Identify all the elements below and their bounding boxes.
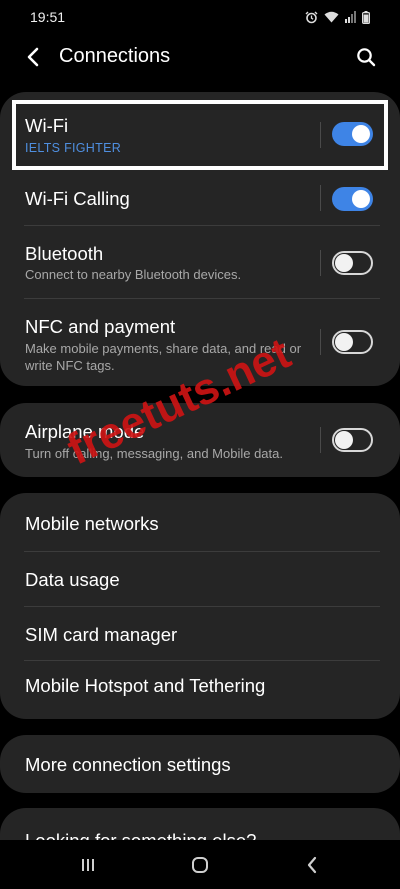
mobile-networks-item[interactable]: Mobile networks: [0, 493, 400, 551]
divider-vertical: [320, 250, 321, 276]
navigation-bar: [0, 840, 400, 889]
home-icon: [192, 857, 208, 873]
divider-vertical: [320, 329, 321, 355]
status-bar: 19:51: [0, 0, 400, 34]
connections-card: Wi-Fi IELTS FIGHTER Wi-Fi Calling Blueto…: [0, 92, 400, 386]
app-bar: Connections: [0, 34, 400, 80]
mobile-networks-title: Mobile networks: [25, 513, 159, 534]
more-connection-settings-item[interactable]: More connection settings: [0, 735, 400, 793]
wifi-toggle[interactable]: [332, 122, 373, 146]
wifi-network-name: IELTS FIGHTER: [25, 141, 122, 155]
more-connection-settings-title: More connection settings: [25, 754, 231, 775]
bluetooth-title: Bluetooth: [25, 243, 104, 264]
nfc-toggle[interactable]: [332, 330, 373, 354]
status-time: 19:51: [30, 9, 66, 25]
nav-back-button[interactable]: [299, 852, 325, 878]
networks-card: Mobile networks Data usage SIM card mana…: [0, 493, 400, 719]
wifi-icon: [324, 11, 339, 23]
home-button[interactable]: [187, 852, 213, 878]
back-icon: [307, 856, 317, 874]
wifi-row[interactable]: Wi-Fi IELTS FIGHTER: [0, 92, 400, 175]
sim-card-manager-item[interactable]: SIM card manager: [0, 607, 400, 660]
data-usage-title: Data usage: [25, 569, 120, 590]
divider-vertical: [320, 185, 321, 211]
back-button[interactable]: [20, 44, 46, 70]
hotspot-tethering-item[interactable]: Mobile Hotspot and Tethering: [0, 661, 400, 719]
wifi-title: Wi-Fi: [25, 115, 69, 136]
alarm-icon: [305, 11, 318, 24]
recent-apps-icon: [82, 859, 94, 871]
bluetooth-subtitle: Connect to nearby Bluetooth devices.: [25, 267, 242, 282]
data-usage-item[interactable]: Data usage: [0, 552, 400, 607]
recent-apps-button[interactable]: [75, 852, 101, 878]
page-title: Connections: [59, 45, 171, 67]
divider-vertical: [320, 427, 321, 453]
hotspot-tethering-title: Mobile Hotspot and Tethering: [25, 675, 266, 696]
nfc-subtitle: Make mobile payments, share data, and re…: [25, 341, 302, 373]
more-settings-card: More connection settings: [0, 735, 400, 793]
bluetooth-toggle[interactable]: [332, 251, 373, 275]
chevron-left-icon: [27, 47, 39, 67]
sim-card-manager-title: SIM card manager: [25, 624, 178, 645]
airplane-mode-title: Airplane mode: [25, 421, 145, 442]
battery-icon: [362, 10, 370, 24]
divider-vertical: [320, 122, 321, 148]
airplane-mode-row[interactable]: Airplane mode Turn off calling, messagin…: [0, 403, 400, 477]
airplane-mode-subtitle: Turn off calling, messaging, and Mobile …: [25, 446, 283, 461]
search-icon: [357, 48, 376, 67]
nfc-title: NFC and payment: [25, 316, 176, 337]
airplane-card: Airplane mode Turn off calling, messagin…: [0, 403, 400, 477]
bluetooth-row[interactable]: Bluetooth Connect to nearby Bluetooth de…: [0, 226, 400, 298]
signal-icon: [345, 11, 356, 23]
wifi-calling-toggle[interactable]: [332, 187, 373, 211]
nfc-row[interactable]: NFC and payment Make mobile payments, sh…: [0, 299, 400, 386]
wifi-calling-title: Wi-Fi Calling: [25, 188, 130, 209]
airplane-mode-toggle[interactable]: [332, 428, 373, 452]
search-button[interactable]: [352, 43, 380, 71]
wifi-calling-row[interactable]: Wi-Fi Calling: [0, 175, 400, 222]
status-icons: [305, 10, 370, 24]
